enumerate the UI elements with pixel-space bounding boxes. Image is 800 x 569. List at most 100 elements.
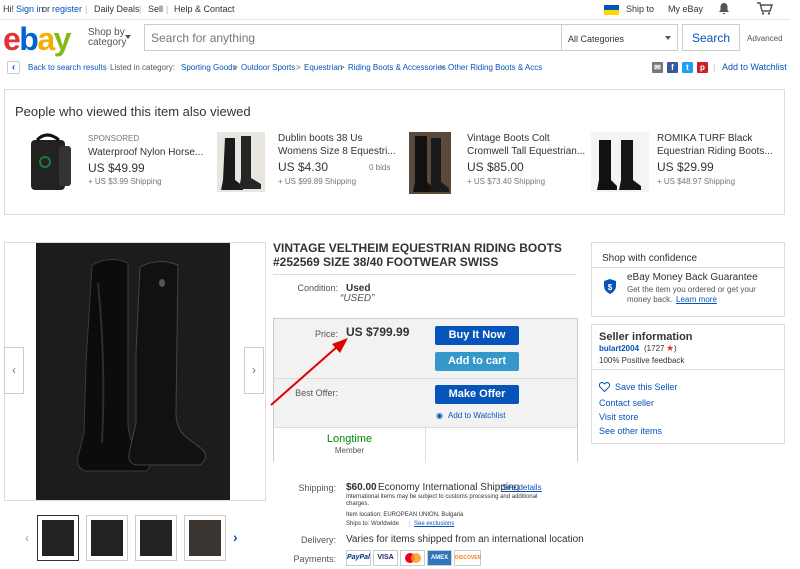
thumbnail[interactable]	[86, 515, 128, 561]
longtime-badge: Longtime	[326, 433, 373, 445]
delivery-label: Delivery:	[300, 535, 336, 545]
product-image	[25, 132, 77, 194]
crumb-other-riding-boots[interactable]: Other Riding Boots & Accs	[448, 63, 542, 72]
divider: |	[85, 4, 88, 14]
shipping-price: $60.00	[346, 482, 377, 493]
help-link[interactable]: Help & Contact	[174, 4, 235, 14]
item-bids: 0 bids	[369, 163, 391, 172]
thumb-prev-icon[interactable]: ‹	[25, 531, 29, 545]
seller-score-close: )	[674, 344, 677, 353]
divider: |	[409, 521, 411, 527]
guarantee-desc-2: money back.	[627, 295, 673, 304]
seller-heading: Seller information	[599, 331, 693, 343]
guarantee-desc: Get the item you ordered or get your	[627, 285, 756, 294]
discover-icon: DISCOVER	[454, 550, 481, 566]
delivery-value: Varies for items shipped from an interna…	[346, 534, 584, 545]
divider: |	[139, 4, 142, 14]
seller-name-link[interactable]: bulart2004	[599, 344, 639, 353]
twitter-icon[interactable]: t	[682, 62, 693, 73]
crumb-sep: >	[233, 63, 238, 72]
search-button[interactable]: Search	[682, 24, 740, 51]
advanced-search-link[interactable]: Advanced	[747, 34, 783, 43]
heart-icon	[599, 382, 610, 392]
category-value: All Categories	[568, 34, 625, 44]
chevron-down-icon	[665, 36, 671, 40]
item-title-line2: Cromwell Tall Equestrian...	[467, 146, 586, 157]
see-other-items-link[interactable]: See other items	[599, 426, 662, 436]
payments-label: Payments:	[293, 554, 336, 564]
crumb-sep: >	[440, 63, 445, 72]
confidence-heading: Shop with confidence	[602, 253, 698, 264]
item-title-line2: Equestrian Riding Boots...	[657, 146, 773, 157]
item-price: US $29.99	[657, 160, 714, 174]
crumb-outdoor-sports[interactable]: Outdoor Sports	[241, 63, 295, 72]
sell-link[interactable]: Sell	[148, 4, 163, 14]
sign-in-link[interactable]: Sign in	[16, 4, 44, 14]
item-shipping: + US $73.40 Shipping	[467, 177, 546, 186]
thumbnail[interactable]	[184, 515, 226, 561]
back-to-results-link[interactable]: Back to search results	[28, 63, 107, 72]
thumbnail[interactable]	[135, 515, 177, 561]
crumb-sporting-goods[interactable]: Sporting Goods	[181, 63, 237, 72]
ebay-logo[interactable]: ebay	[3, 21, 71, 57]
facebook-icon[interactable]: f	[667, 62, 678, 73]
item-title-line1: Vintage Boots Colt	[467, 133, 550, 144]
category-select[interactable]: All Categories	[562, 24, 678, 51]
chevron-down-icon	[125, 35, 131, 39]
svg-text:$: $	[608, 283, 613, 292]
main-product-image[interactable]	[36, 243, 230, 500]
add-to-watchlist-link[interactable]: Add to Watchlist	[448, 411, 506, 420]
divider: |	[713, 62, 716, 72]
or-text: or	[42, 4, 51, 14]
add-to-cart-button[interactable]: Add to cart	[435, 352, 519, 371]
item-location: Item location: EUROPEAN UNION, Bulgaria	[346, 512, 464, 518]
add-to-watchlist-link[interactable]: Add to Watchlist	[722, 62, 787, 72]
register-link[interactable]: register	[52, 4, 82, 14]
contact-seller-link[interactable]: Contact seller	[599, 398, 654, 408]
make-offer-button[interactable]: Make Offer	[435, 385, 519, 404]
divider: |	[166, 4, 169, 14]
item-title-line1: Dublin boots 38 Us	[278, 133, 363, 144]
crumb-riding-boots[interactable]: Riding Boots & Accessories	[348, 63, 446, 72]
see-exclusions-link[interactable]: See exclusions	[414, 521, 454, 527]
item-price: US $49.99	[88, 161, 145, 175]
divider	[273, 274, 576, 275]
listed-in-label: Listed in category:	[110, 63, 175, 72]
greeting: Hi!	[3, 4, 14, 14]
visa-icon: VISA	[373, 550, 398, 566]
visit-store-link[interactable]: Visit store	[599, 412, 638, 422]
see-details-link[interactable]: See details	[502, 483, 542, 492]
product-image	[217, 132, 265, 192]
shield-icon: $	[604, 279, 616, 294]
search-input[interactable]	[145, 25, 561, 50]
item-title: Waterproof Nylon Horse...	[88, 147, 204, 158]
member-label: Member	[334, 446, 365, 455]
condition-label: Condition:	[297, 283, 338, 293]
shop-by-category[interactable]: Shop by category	[88, 28, 131, 48]
crumb-equestrian[interactable]: Equestrian	[304, 63, 342, 72]
thumbnail-image	[42, 520, 74, 556]
bell-icon[interactable]	[718, 2, 730, 17]
learn-more-link[interactable]: Learn more	[676, 295, 717, 304]
ship-to-link[interactable]: Ship to	[626, 4, 654, 14]
email-icon[interactable]: ✉	[652, 62, 663, 73]
save-seller-link[interactable]: Save this Seller	[615, 382, 678, 392]
buy-it-now-button[interactable]: Buy It Now	[435, 326, 519, 345]
paypal-icon: PayPal	[346, 550, 371, 566]
thumbnail[interactable]	[37, 515, 79, 561]
my-ebay-link[interactable]: My eBay	[668, 4, 703, 14]
eye-icon: ◉	[436, 411, 443, 420]
product-image	[409, 132, 451, 194]
daily-deals-link[interactable]: Daily Deals	[94, 4, 140, 14]
cart-icon[interactable]	[757, 2, 774, 17]
red-arrow-annotation	[270, 338, 348, 406]
item-title: VINTAGE VELTHEIM EQUESTRIAN RIDING BOOTS…	[273, 241, 562, 269]
pinterest-icon[interactable]: p	[697, 62, 708, 73]
prev-image-button[interactable]: ‹	[4, 347, 24, 394]
item-price: US $85.00	[467, 160, 524, 174]
guarantee-title: eBay Money Back Guarantee	[627, 272, 758, 283]
next-image-button[interactable]: ›	[244, 347, 264, 394]
crumb-sep: >	[340, 63, 345, 72]
thumb-next-icon[interactable]: ›	[233, 529, 238, 545]
item-title-line2: Womens Size 8 Equestri...	[278, 146, 396, 157]
